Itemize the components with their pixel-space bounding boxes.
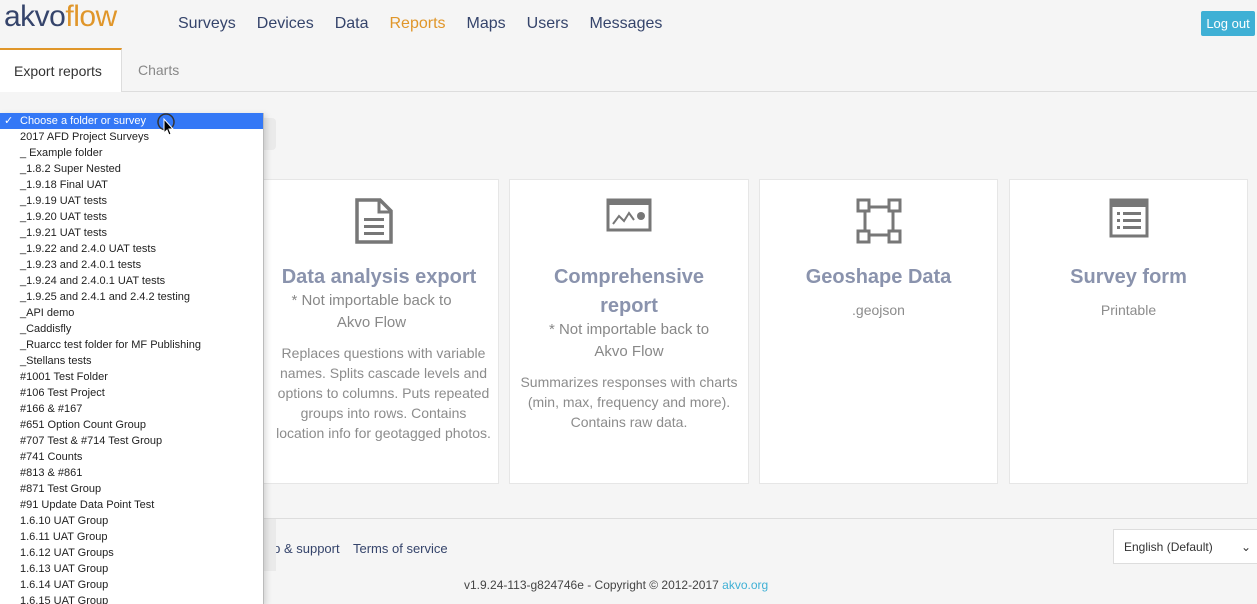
dropdown-option[interactable]: 1.6.13 UAT Group xyxy=(0,561,263,577)
dropdown-option[interactable]: #1001 Test Folder xyxy=(0,369,263,385)
nav-users[interactable]: Users xyxy=(527,15,569,33)
dropdown-option[interactable]: _1.9.24 and 2.4.0.1 UAT tests xyxy=(0,273,263,289)
dropdown-option[interactable]: 1.6.14 UAT Group xyxy=(0,577,263,593)
card-note: Printable xyxy=(1100,302,1157,318)
dropdown-option[interactable]: _Stellans tests xyxy=(0,353,263,369)
nav-devices[interactable]: Devices xyxy=(257,15,314,33)
copyright: v1.9.24-113-g824746e - Copyright © 2012-… xyxy=(464,578,768,592)
card-geoshape-data[interactable]: Geoshape Data .geojson xyxy=(759,179,998,484)
dropdown-option[interactable]: 1.6.15 UAT Group xyxy=(0,593,263,604)
nav-messages[interactable]: Messages xyxy=(589,15,662,33)
dropdown-option[interactable]: _ Example folder xyxy=(0,145,263,161)
chart-image-icon xyxy=(606,198,652,237)
terms-of-service-link[interactable]: Terms of service xyxy=(353,541,448,556)
footer-links: elp & support Terms of service xyxy=(263,541,458,556)
sidebar-edge xyxy=(264,519,276,571)
dropdown-option[interactable]: #91 Update Data Point Test xyxy=(0,497,263,513)
nav-surveys[interactable]: Surveys xyxy=(178,15,236,33)
dropdown-option[interactable]: #741 Counts xyxy=(0,449,263,465)
logout-button[interactable]: Log out xyxy=(1201,11,1255,36)
main-nav: Surveys Devices Data Reports Maps Users … xyxy=(178,15,683,33)
tab-charts[interactable]: Charts xyxy=(124,48,193,92)
survey-folder-dropdown[interactable]: ✓ Choose a folder or survey 2017 AFD Pro… xyxy=(0,113,264,604)
card-note: * Not importable back to Akvo Flow xyxy=(548,321,710,360)
dropdown-option[interactable]: _1.9.19 UAT tests xyxy=(0,193,263,209)
dropdown-option[interactable]: 1.6.11 UAT Group xyxy=(0,529,263,545)
card-description: Replaces questions with variable names. … xyxy=(276,345,491,441)
dropdown-option[interactable]: #651 Option Count Group xyxy=(0,417,263,433)
dropdown-option[interactable]: _Ruarcc test folder for MF Publishing xyxy=(0,337,263,353)
dropdown-option[interactable]: _1.9.21 UAT tests xyxy=(0,225,263,241)
form-list-icon xyxy=(1109,198,1149,243)
dropdown-option[interactable]: #813 & #861 xyxy=(0,465,263,481)
dropdown-option[interactable]: _1.9.23 and 2.4.0.1 tests xyxy=(0,257,263,273)
card-comprehensive-report[interactable]: Comprehensive report * Not importable ba… xyxy=(509,179,749,484)
dropdown-option[interactable]: #166 & #167 xyxy=(0,401,263,417)
dropdown-option[interactable]: _1.8.2 Super Nested xyxy=(0,161,263,177)
report-tabs: Export reports Charts xyxy=(0,48,1257,92)
card-description: Summarizes responses with charts (min, m… xyxy=(520,374,738,430)
dropdown-option[interactable]: #707 Test & #714 Test Group xyxy=(0,433,263,449)
dropdown-option[interactable]: #106 Test Project xyxy=(0,385,263,401)
chevron-down-icon: ⌄ xyxy=(1240,540,1251,554)
dropdown-option[interactable]: 1.6.10 UAT Group xyxy=(0,513,263,529)
logo-flow-text: flow xyxy=(65,0,117,33)
top-bar: akvoflow Surveys Devices Data Reports Ma… xyxy=(0,0,1257,48)
copyright-text: v1.9.24-113-g824746e - Copyright © 2012-… xyxy=(464,578,719,592)
dropdown-option[interactable]: 1.6.12 UAT Groups xyxy=(0,545,263,561)
tab-export-reports[interactable]: Export reports xyxy=(0,48,122,92)
footer: elp & support Terms of service English (… xyxy=(263,518,1257,604)
akvoflow-logo[interactable]: akvoflow xyxy=(4,0,117,34)
dropdown-option-selected[interactable]: ✓ Choose a folder or survey xyxy=(0,113,263,129)
document-icon xyxy=(354,198,394,249)
mouse-cursor-icon xyxy=(156,113,176,137)
nav-reports[interactable]: Reports xyxy=(390,15,446,33)
option-label: Choose a folder or survey xyxy=(20,115,146,127)
logo-akvo-text: akvo xyxy=(4,0,66,33)
akvo-link[interactable]: akvo.org xyxy=(722,578,768,592)
dropdown-option[interactable]: _1.9.18 Final UAT xyxy=(0,177,263,193)
card-survey-form[interactable]: Survey form Printable xyxy=(1009,179,1248,484)
checkmark-icon: ✓ xyxy=(4,115,14,127)
card-title: Data analysis export xyxy=(281,266,477,288)
card-title: Geoshape Data xyxy=(805,266,952,288)
card-note: * Not importable back to Akvo Flow xyxy=(291,292,452,331)
card-title: Survey form xyxy=(1070,266,1187,288)
language-select[interactable]: English (Default) ⌄ xyxy=(1113,529,1257,564)
select-edge xyxy=(264,118,276,150)
dropdown-option[interactable]: _1.9.25 and 2.4.1 and 2.4.2 testing xyxy=(0,289,263,305)
vector-shape-icon xyxy=(856,198,902,249)
dropdown-option[interactable]: _1.9.22 and 2.4.0 UAT tests xyxy=(0,241,263,257)
language-value: English (Default) xyxy=(1124,539,1213,554)
dropdown-option[interactable]: #871 Test Group xyxy=(0,481,263,497)
dropdown-option[interactable]: _API demo xyxy=(0,305,263,321)
dropdown-options: 2017 AFD Project Surveys _ Example folder… xyxy=(0,129,263,604)
card-title: Comprehensive report xyxy=(553,266,705,317)
card-note: .geojson xyxy=(852,302,905,318)
card-data-analysis-export[interactable]: Data analysis export * Not importable ba… xyxy=(249,179,499,484)
dropdown-option[interactable]: _1.9.20 UAT tests xyxy=(0,209,263,225)
nav-data[interactable]: Data xyxy=(335,15,369,33)
dropdown-option[interactable]: _Caddisfly xyxy=(0,321,263,337)
nav-maps[interactable]: Maps xyxy=(467,15,506,33)
dropdown-option[interactable]: 2017 AFD Project Surveys xyxy=(0,129,263,145)
